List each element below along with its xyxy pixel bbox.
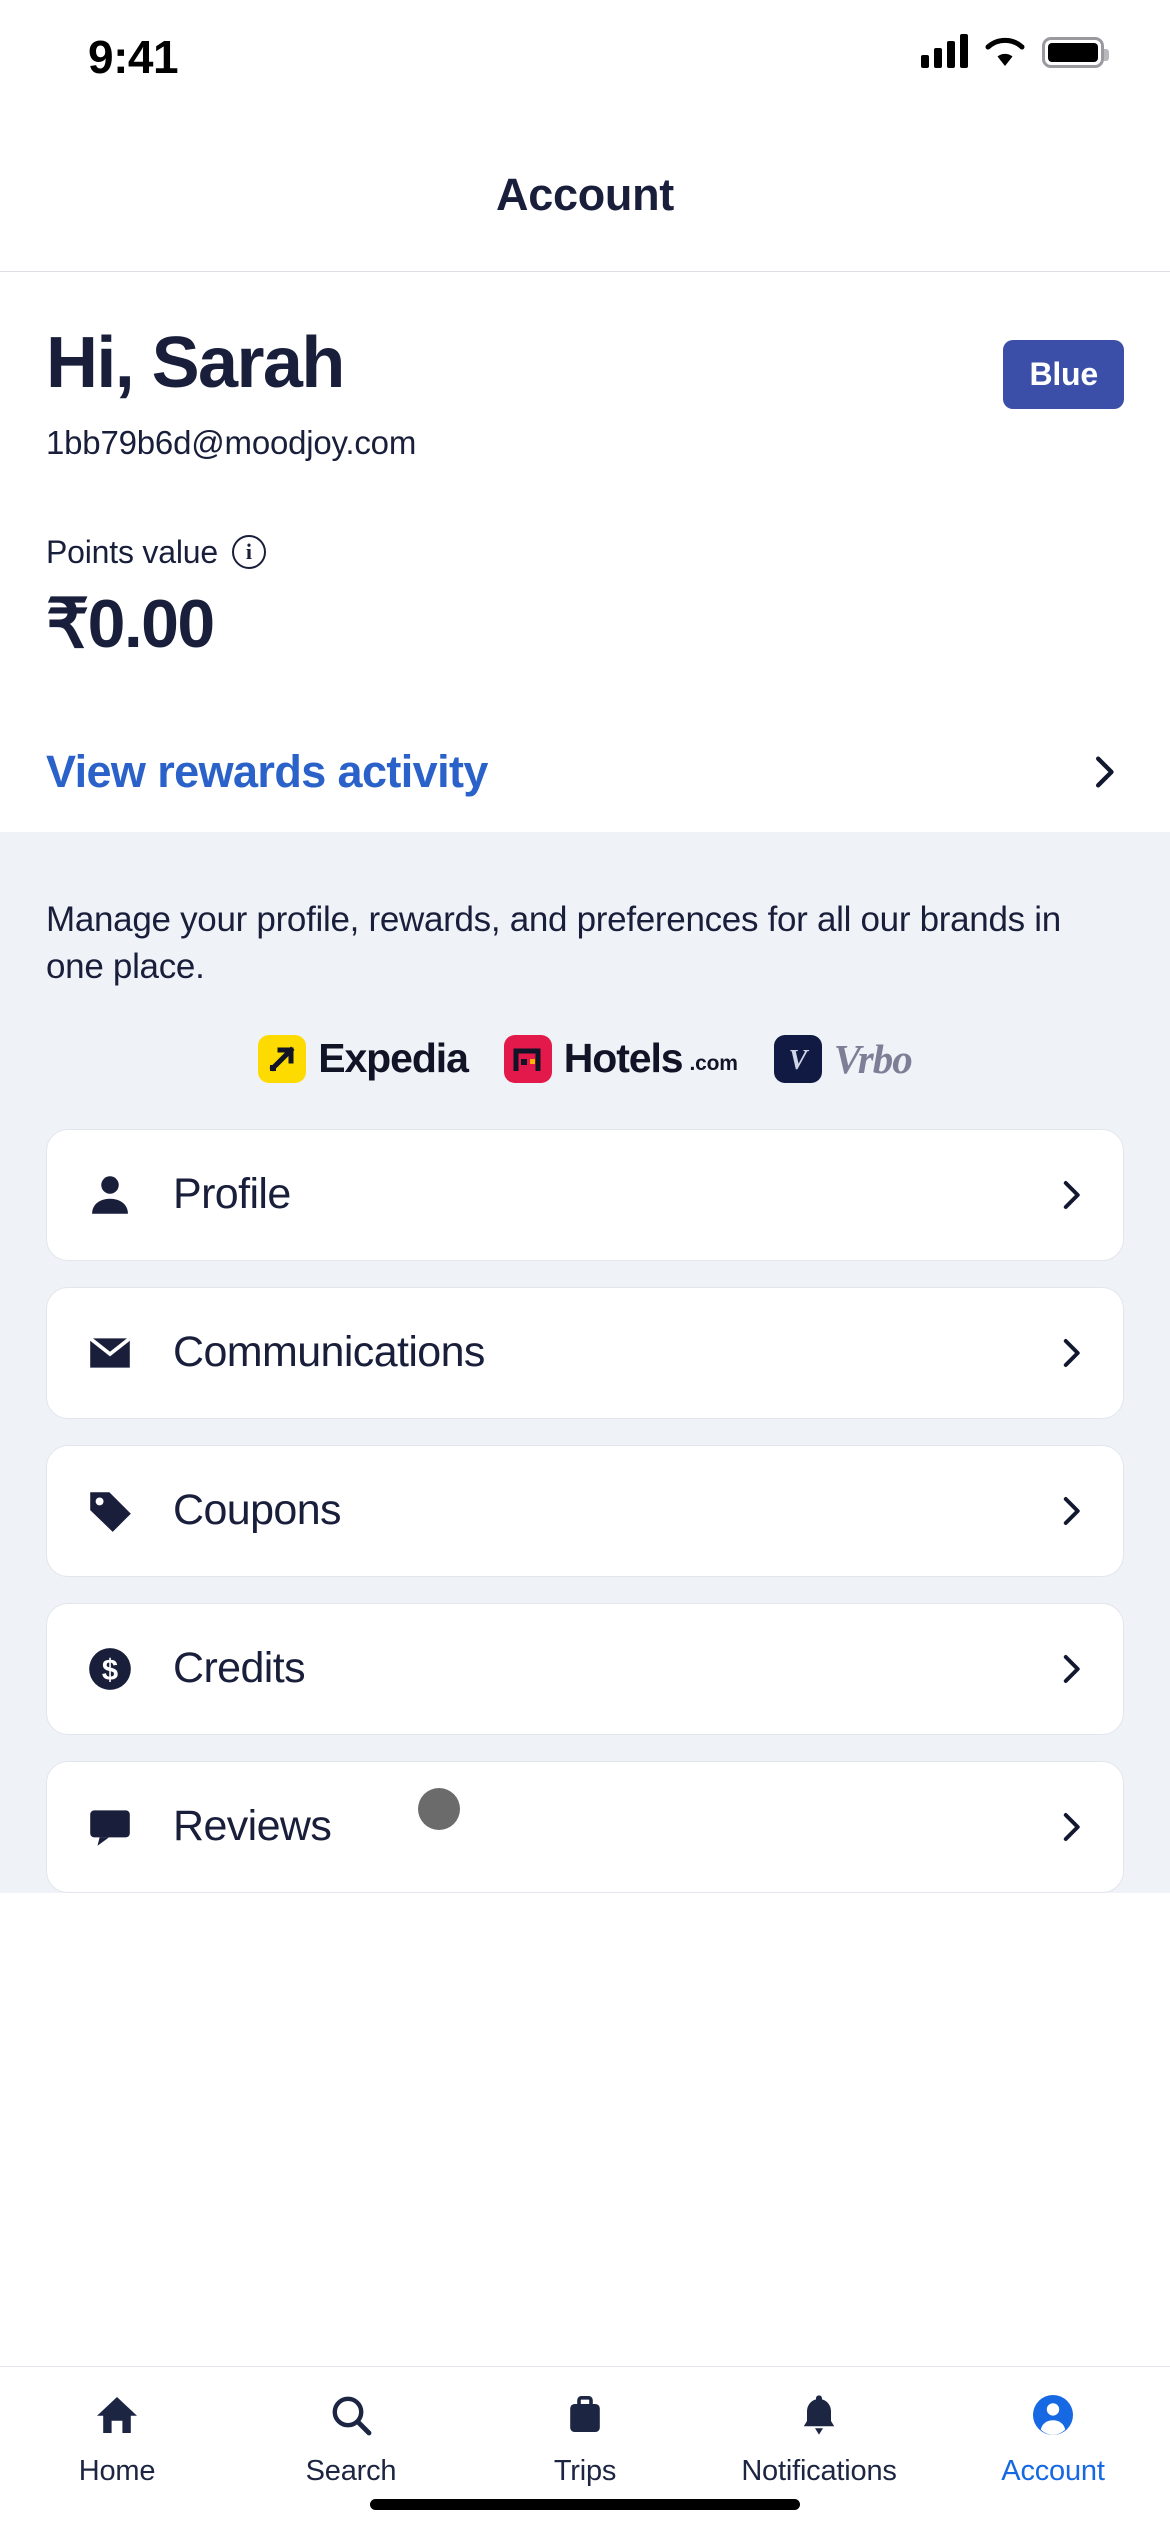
cursor-dot: [418, 1788, 460, 1830]
chevron-right-icon: [1084, 752, 1124, 792]
menu-item-coupons[interactable]: Coupons: [46, 1444, 1124, 1577]
menu-item-label: Profile: [173, 1170, 291, 1218]
battery-full-icon: [1042, 37, 1109, 68]
reviews-icon: [85, 1802, 147, 1852]
screen: 9:41 Account Hi, Sarah 1bb79b6d@moodjoy.…: [0, 0, 1170, 2532]
account-menu-list: Profile Communications Coupons $ Credits…: [46, 1128, 1124, 1893]
menu-item-profile[interactable]: Profile: [46, 1128, 1124, 1261]
tab-notifications[interactable]: Notifications: [702, 2389, 936, 2488]
tab-label: Notifications: [741, 2455, 897, 2487]
points-label-row: Points value i: [46, 534, 1124, 571]
brands-panel: Manage your profile, rewards, and prefer…: [0, 832, 1170, 1893]
hotels-logo-icon: [503, 1034, 552, 1083]
chevron-right-icon: [1053, 1177, 1089, 1213]
points-value-label: Points value: [46, 533, 218, 570]
brand-expedia-label: Expedia: [318, 1035, 469, 1081]
svg-text:$: $: [102, 1655, 118, 1687]
info-circle-icon[interactable]: i: [231, 535, 266, 570]
bell-icon: [795, 2389, 843, 2441]
greeting-text: Hi, Sarah: [46, 323, 345, 403]
user-email: 1bb79b6d@moodjoy.com: [46, 423, 417, 461]
menu-item-communications[interactable]: Communications: [46, 1286, 1124, 1419]
app-bar: Account: [0, 118, 1170, 272]
tab-account[interactable]: Account: [936, 2389, 1170, 2488]
menu-item-label: Coupons: [173, 1486, 342, 1534]
brand-logos-row: Expedia Hotels .com V Vrbo: [46, 1034, 1124, 1083]
account-hero: Hi, Sarah 1bb79b6d@moodjoy.com Blue Poin…: [0, 272, 1170, 712]
hero-top-row: Hi, Sarah 1bb79b6d@moodjoy.com Blue: [46, 323, 1124, 462]
tab-home[interactable]: Home: [0, 2389, 234, 2488]
brand-vrbo-label: Vrbo: [833, 1035, 913, 1082]
page-title: Account: [496, 168, 674, 220]
tag-icon: [85, 1486, 147, 1536]
tab-label: Trips: [553, 2455, 617, 2487]
envelope-icon: [85, 1328, 147, 1378]
view-rewards-activity-link[interactable]: View rewards activity: [46, 746, 488, 798]
status-bar-indicators: [921, 34, 1109, 68]
tab-label: Home: [78, 2455, 156, 2487]
tab-trips[interactable]: Trips: [468, 2389, 702, 2488]
panel-description: Manage your profile, rewards, and prefer…: [46, 900, 1061, 987]
account-circle-icon: [1029, 2389, 1077, 2441]
chevron-right-icon: [1053, 1335, 1089, 1371]
brand-hotels-tld: .com: [689, 1051, 738, 1075]
menu-item-label: Reviews: [173, 1802, 332, 1850]
brand-expedia: Expedia: [258, 1034, 469, 1083]
brand-vrbo: V Vrbo: [773, 1034, 913, 1083]
points-value-amount: ₹0.00: [46, 585, 215, 662]
wifi-icon: [984, 36, 1026, 68]
home-indicator: [370, 2499, 800, 2510]
expedia-logo-icon: [258, 1034, 307, 1083]
signal-bars-icon: [921, 34, 968, 68]
home-icon: [93, 2389, 141, 2441]
chevron-right-icon: [1053, 1493, 1089, 1529]
vrbo-logo-icon: V: [773, 1034, 822, 1083]
menu-item-label: Credits: [173, 1644, 306, 1692]
svg-text:V: V: [788, 1045, 809, 1076]
dollar-circle-icon: $: [85, 1644, 147, 1694]
menu-item-credits[interactable]: $ Credits: [46, 1602, 1124, 1735]
brand-hotels: Hotels .com: [503, 1034, 738, 1083]
brand-hotels-label: Hotels: [563, 1035, 684, 1081]
identity-block: Hi, Sarah 1bb79b6d@moodjoy.com: [46, 323, 417, 462]
menu-item-label: Communications: [173, 1328, 485, 1376]
chevron-right-icon: [1053, 1809, 1089, 1845]
search-icon: [327, 2389, 375, 2441]
view-rewards-activity-row[interactable]: View rewards activity: [0, 712, 1170, 832]
tab-search[interactable]: Search: [234, 2389, 468, 2488]
suitcase-icon: [561, 2389, 609, 2441]
status-bar-time: 9:41: [88, 31, 179, 83]
tab-label: Account: [1001, 2455, 1105, 2487]
chevron-right-icon: [1053, 1651, 1089, 1687]
tier-badge[interactable]: Blue: [1003, 340, 1124, 409]
status-bar: 9:41: [0, 0, 1170, 118]
tab-label: Search: [305, 2455, 397, 2487]
person-icon: [85, 1170, 147, 1220]
menu-item-reviews[interactable]: Reviews: [46, 1760, 1124, 1893]
